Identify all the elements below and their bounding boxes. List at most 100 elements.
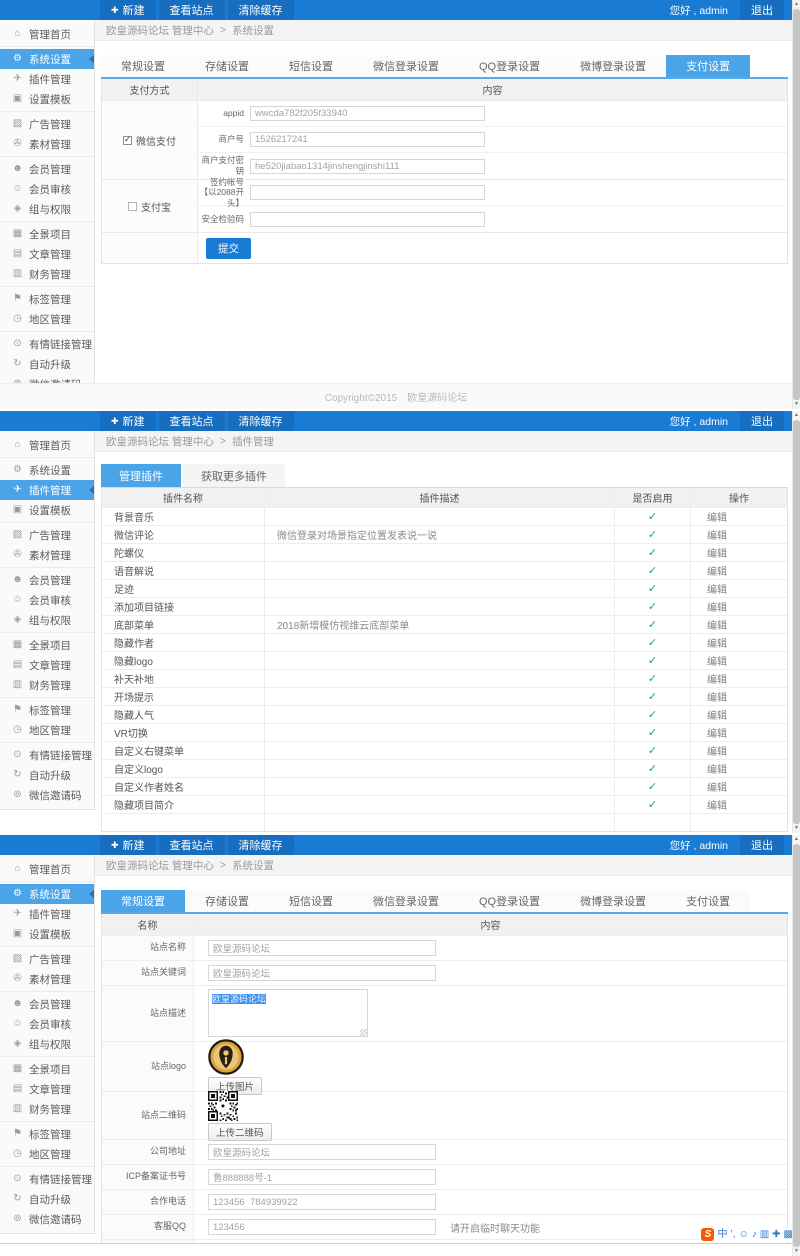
- tab-3[interactable]: 微信登录设置: [353, 55, 459, 77]
- sidebar-item-article[interactable]: ▤文章管理: [0, 1079, 94, 1099]
- edit-link[interactable]: 编辑: [707, 797, 727, 812]
- view-site-button[interactable]: 查看站点: [159, 0, 225, 20]
- edit-link[interactable]: 编辑: [707, 581, 727, 596]
- scroll-down-icon[interactable]: ▼: [793, 824, 800, 833]
- ime-emoji-icon[interactable]: ☺: [738, 1230, 748, 1240]
- sidebar-item-invite[interactable]: ⊚微信邀请码: [0, 1209, 94, 1229]
- new-button[interactable]: ✚新建: [100, 835, 156, 855]
- scroll-thumb[interactable]: [793, 9, 800, 400]
- edit-link[interactable]: 编辑: [707, 671, 727, 686]
- sidebar-item-upgrade[interactable]: ↻自动升级: [0, 1189, 94, 1209]
- sidebar-item-member[interactable]: ☻会员管理: [0, 570, 94, 590]
- sidebar-item-links[interactable]: ⊙有情链接管理: [0, 745, 94, 765]
- view-site-button[interactable]: 查看站点: [159, 411, 225, 431]
- field-input[interactable]: [250, 132, 485, 147]
- clear-cache-button[interactable]: 清除缓存: [228, 0, 294, 20]
- sidebar-item-region[interactable]: ◷地区管理: [0, 720, 94, 740]
- sidebar-item-region[interactable]: ◷地区管理: [0, 1144, 94, 1164]
- ime-chinese-icon[interactable]: 中: [717, 1230, 727, 1240]
- sidebar-item-share[interactable]: ◈组与权限: [0, 1034, 94, 1054]
- tab-2[interactable]: 短信设置: [269, 55, 353, 77]
- scroll-down-icon[interactable]: ▼: [793, 1247, 800, 1256]
- edit-link[interactable]: 编辑: [707, 725, 727, 740]
- edit-link[interactable]: 编辑: [707, 563, 727, 578]
- tab-2[interactable]: 短信设置: [269, 890, 353, 912]
- tab-0[interactable]: 常规设置: [101, 55, 185, 77]
- site-description-textarea[interactable]: 欧皇源码论坛: [208, 989, 368, 1037]
- ime-punctuation-icon[interactable]: ’,: [730, 1230, 735, 1240]
- sidebar-item-gear[interactable]: ⚙系统设置: [0, 49, 94, 69]
- clear-cache-button[interactable]: 清除缓存: [228, 835, 294, 855]
- upload-qrcode-button[interactable]: 上传二维码: [208, 1123, 272, 1141]
- setting-input[interactable]: [208, 940, 436, 956]
- scroll-up-icon[interactable]: ▲: [793, 0, 800, 9]
- sidebar-item-material[interactable]: ✇素材管理: [0, 134, 94, 154]
- logout-button[interactable]: 退出: [740, 0, 784, 20]
- scrollbar[interactable]: ▲▼: [792, 835, 800, 1256]
- sidebar-item-member-audit[interactable]: ☺会员审核: [0, 179, 94, 199]
- tab-4[interactable]: QQ登录设置: [459, 55, 560, 77]
- setting-input[interactable]: [208, 1144, 436, 1160]
- sidebar-item-region[interactable]: ◷地区管理: [0, 309, 94, 329]
- ime-logo-icon[interactable]: S: [701, 1228, 714, 1241]
- sidebar-item-material[interactable]: ✇素材管理: [0, 545, 94, 565]
- sidebar-item-ad[interactable]: ▨广告管理: [0, 525, 94, 545]
- edit-link[interactable]: 编辑: [707, 707, 727, 722]
- tab-6[interactable]: 支付设置: [666, 890, 750, 912]
- field-input[interactable]: [250, 212, 485, 227]
- tab-1[interactable]: 存储设置: [185, 55, 269, 77]
- sidebar-item-home[interactable]: ⌂管理首页: [0, 859, 94, 879]
- tab-4[interactable]: QQ登录设置: [459, 890, 560, 912]
- edit-link[interactable]: 编辑: [707, 617, 727, 632]
- field-input[interactable]: [250, 106, 485, 121]
- sidebar-item-template[interactable]: ▣设置模板: [0, 89, 94, 109]
- tab-6[interactable]: 支付设置: [666, 55, 750, 77]
- sidebar-item-home[interactable]: ⌂管理首页: [0, 435, 94, 455]
- sidebar-item-panorama[interactable]: ▦全景项目: [0, 635, 94, 655]
- tab-1[interactable]: 存储设置: [185, 890, 269, 912]
- setting-input[interactable]: [208, 1169, 436, 1185]
- sidebar-item-article[interactable]: ▤文章管理: [0, 655, 94, 675]
- edit-link[interactable]: 编辑: [707, 779, 727, 794]
- edit-link[interactable]: 编辑: [707, 689, 727, 704]
- field-input[interactable]: [250, 159, 485, 174]
- sidebar-item-member[interactable]: ☻会员管理: [0, 159, 94, 179]
- sidebar-item-article[interactable]: ▤文章管理: [0, 244, 94, 264]
- new-button[interactable]: ✚新建: [100, 411, 156, 431]
- sidebar-item-plugin[interactable]: ✈插件管理: [0, 904, 94, 924]
- logout-button[interactable]: 退出: [740, 411, 784, 431]
- submit-button[interactable]: 提交: [206, 238, 251, 259]
- setting-input[interactable]: [208, 1194, 436, 1210]
- new-button[interactable]: ✚新建: [100, 0, 156, 20]
- sidebar-item-finance[interactable]: ▥财务管理: [0, 675, 94, 695]
- sidebar-item-member-audit[interactable]: ☺会员审核: [0, 590, 94, 610]
- edit-link[interactable]: 编辑: [707, 761, 727, 776]
- edit-link[interactable]: 编辑: [707, 653, 727, 668]
- scroll-up-icon[interactable]: ▲: [793, 411, 800, 420]
- sidebar-item-upgrade[interactable]: ↻自动升级: [0, 765, 94, 785]
- sidebar-item-ad[interactable]: ▨广告管理: [0, 949, 94, 969]
- wechat-pay-checkbox[interactable]: ✓: [123, 136, 132, 145]
- scroll-thumb[interactable]: [793, 420, 800, 824]
- ime-mic-icon[interactable]: ♪: [752, 1230, 757, 1240]
- tab-5[interactable]: 微博登录设置: [560, 55, 666, 77]
- edit-link[interactable]: 编辑: [707, 743, 727, 758]
- tab-0[interactable]: 常规设置: [101, 890, 185, 912]
- alipay-checkbox[interactable]: [128, 202, 137, 211]
- tab-5[interactable]: 微博登录设置: [560, 890, 666, 912]
- edit-link[interactable]: 编辑: [707, 599, 727, 614]
- sidebar-item-share[interactable]: ◈组与权限: [0, 199, 94, 219]
- edit-link[interactable]: 编辑: [707, 545, 727, 560]
- sidebar-item-tag[interactable]: ⚑标签管理: [0, 1124, 94, 1144]
- field-input[interactable]: [250, 185, 485, 200]
- ime-keyboard-icon[interactable]: ▥: [760, 1230, 769, 1240]
- sidebar-item-finance[interactable]: ▥财务管理: [0, 1099, 94, 1119]
- tab-3[interactable]: 微信登录设置: [353, 890, 459, 912]
- sidebar-item-material[interactable]: ✇素材管理: [0, 969, 94, 989]
- sidebar-item-gear[interactable]: ⚙系统设置: [0, 460, 94, 480]
- scroll-up-icon[interactable]: ▲: [793, 835, 800, 844]
- tab-1[interactable]: 获取更多插件: [183, 464, 285, 487]
- edit-link[interactable]: 编辑: [707, 509, 727, 524]
- sidebar-item-template[interactable]: ▣设置模板: [0, 924, 94, 944]
- setting-input[interactable]: [208, 965, 436, 981]
